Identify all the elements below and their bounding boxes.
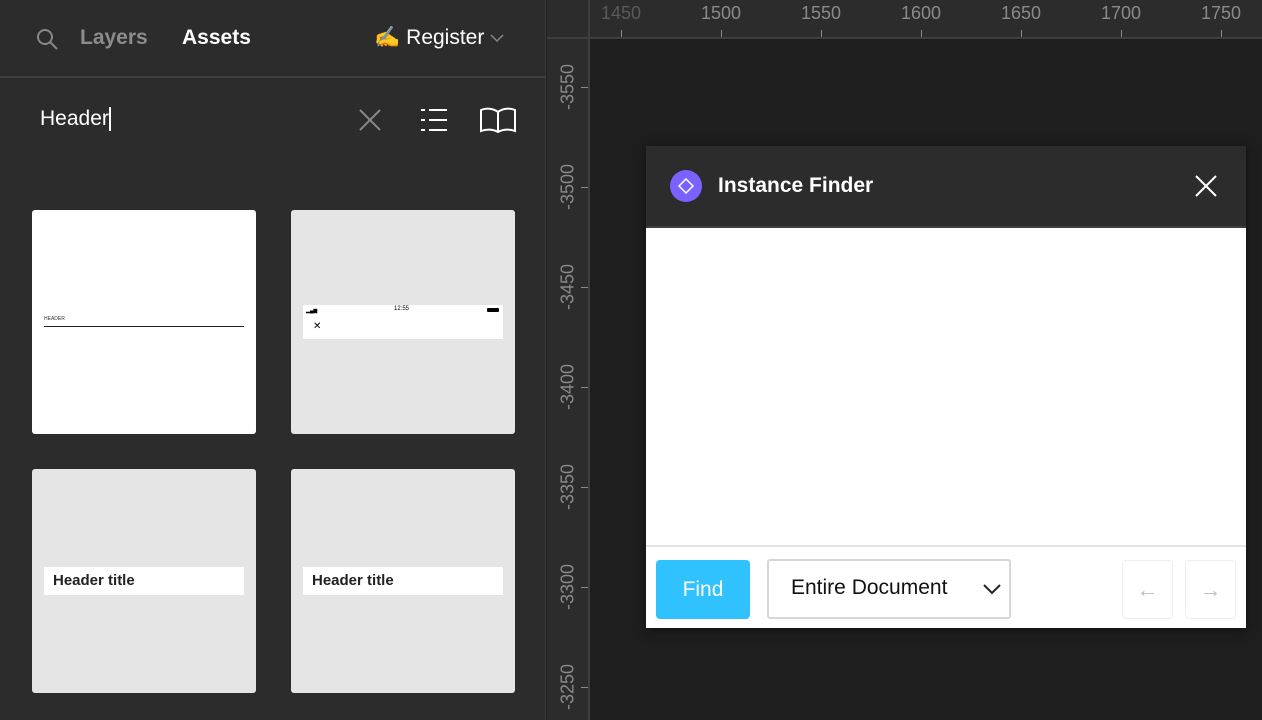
header-title-preview: Header title (44, 567, 244, 595)
ruler-tick (1021, 30, 1022, 37)
scope-value: Entire Document (791, 576, 948, 599)
ruler-tick (581, 187, 588, 188)
divider (44, 326, 244, 327)
find-button[interactable]: Find (656, 560, 750, 619)
ruler-tick (581, 387, 588, 388)
clear-icon[interactable] (358, 108, 382, 132)
ruler-tick (821, 30, 822, 37)
close-icon[interactable] (1194, 174, 1218, 198)
instance-finder-dialog: Instance Finder Find Entire Document ← → (646, 146, 1246, 628)
vertical-ruler: -3550 -3500 -3450 -3400 -3350 -3300 -3250 (547, 39, 590, 720)
thumb-label: HEADER (44, 316, 65, 322)
signal-icon: ▂▄▆ (306, 308, 318, 314)
asset-thumbnail[interactable]: Header title (32, 469, 256, 693)
ruler-tick (1121, 30, 1122, 37)
ruler-label: -3350 (557, 463, 578, 511)
ruler-corner (547, 0, 590, 39)
panel-tabs: Layers Assets ✍️ Register (0, 0, 546, 78)
asset-thumbnail[interactable]: HEADER (32, 210, 256, 434)
results-area (646, 228, 1246, 547)
ruler-label: -3550 (557, 63, 578, 111)
assets-panel: Layers Assets ✍️ Register Header HEADER … (0, 0, 546, 720)
ruler-tick (621, 30, 622, 37)
ruler-tick (581, 87, 588, 88)
ruler-label: 1450 (600, 3, 642, 23)
ruler-label: 1550 (800, 3, 842, 23)
ruler-label: -3400 (557, 363, 578, 411)
tab-layers[interactable]: Layers (80, 26, 148, 50)
ruler-label: 1750 (1200, 3, 1242, 23)
component-icon (670, 170, 702, 202)
library-book-icon[interactable] (480, 107, 516, 133)
chevron-down-icon (983, 584, 1001, 595)
asset-thumbnail[interactable]: ▂▄▆ 12:55 ✕ (291, 210, 515, 434)
ruler-label: 1700 (1100, 3, 1142, 23)
dialog-title: Instance Finder (718, 174, 874, 197)
search-input[interactable]: Header (40, 107, 111, 131)
ruler-label: 1600 (900, 3, 942, 23)
status-bar-preview: ▂▄▆ 12:55 ✕ (303, 305, 503, 339)
asset-search: Header (0, 80, 546, 160)
dialog-header: Instance Finder (646, 146, 1246, 228)
tab-assets[interactable]: Assets (182, 26, 251, 50)
ruler-label: 1650 (1000, 3, 1042, 23)
ruler-label: -3300 (557, 563, 578, 611)
ruler-label: 1500 (700, 3, 742, 23)
ruler-tick (721, 30, 722, 37)
ruler-tick (581, 687, 588, 688)
close-icon: ✕ (313, 321, 322, 332)
scope-select[interactable]: Entire Document (767, 559, 1011, 619)
ruler-tick (581, 487, 588, 488)
search-icon[interactable] (35, 27, 59, 51)
library-selector[interactable]: ✍️ Register (374, 26, 504, 50)
writing-hand-icon: ✍️ (374, 26, 401, 49)
header-title-preview: Header title (303, 567, 503, 595)
ruler-label: -3450 (557, 263, 578, 311)
ruler-tick (921, 30, 922, 37)
ruler-label: -3250 (557, 663, 578, 711)
battery-icon (487, 308, 499, 312)
time-label: 12:55 (394, 306, 410, 312)
next-button[interactable]: → (1185, 560, 1236, 619)
library-name: Register (406, 26, 485, 49)
ruler-tick (581, 587, 588, 588)
chevron-down-icon (490, 34, 504, 43)
asset-thumbnail[interactable]: Header title (291, 469, 515, 693)
ruler-tick (1221, 30, 1222, 37)
previous-button[interactable]: ← (1122, 560, 1173, 619)
horizontal-ruler: 1450 1500 1550 1600 1650 1700 1750 (547, 0, 1262, 39)
ruler-tick (581, 287, 588, 288)
ruler-label: -3500 (557, 163, 578, 211)
list-view-icon[interactable] (421, 108, 447, 132)
